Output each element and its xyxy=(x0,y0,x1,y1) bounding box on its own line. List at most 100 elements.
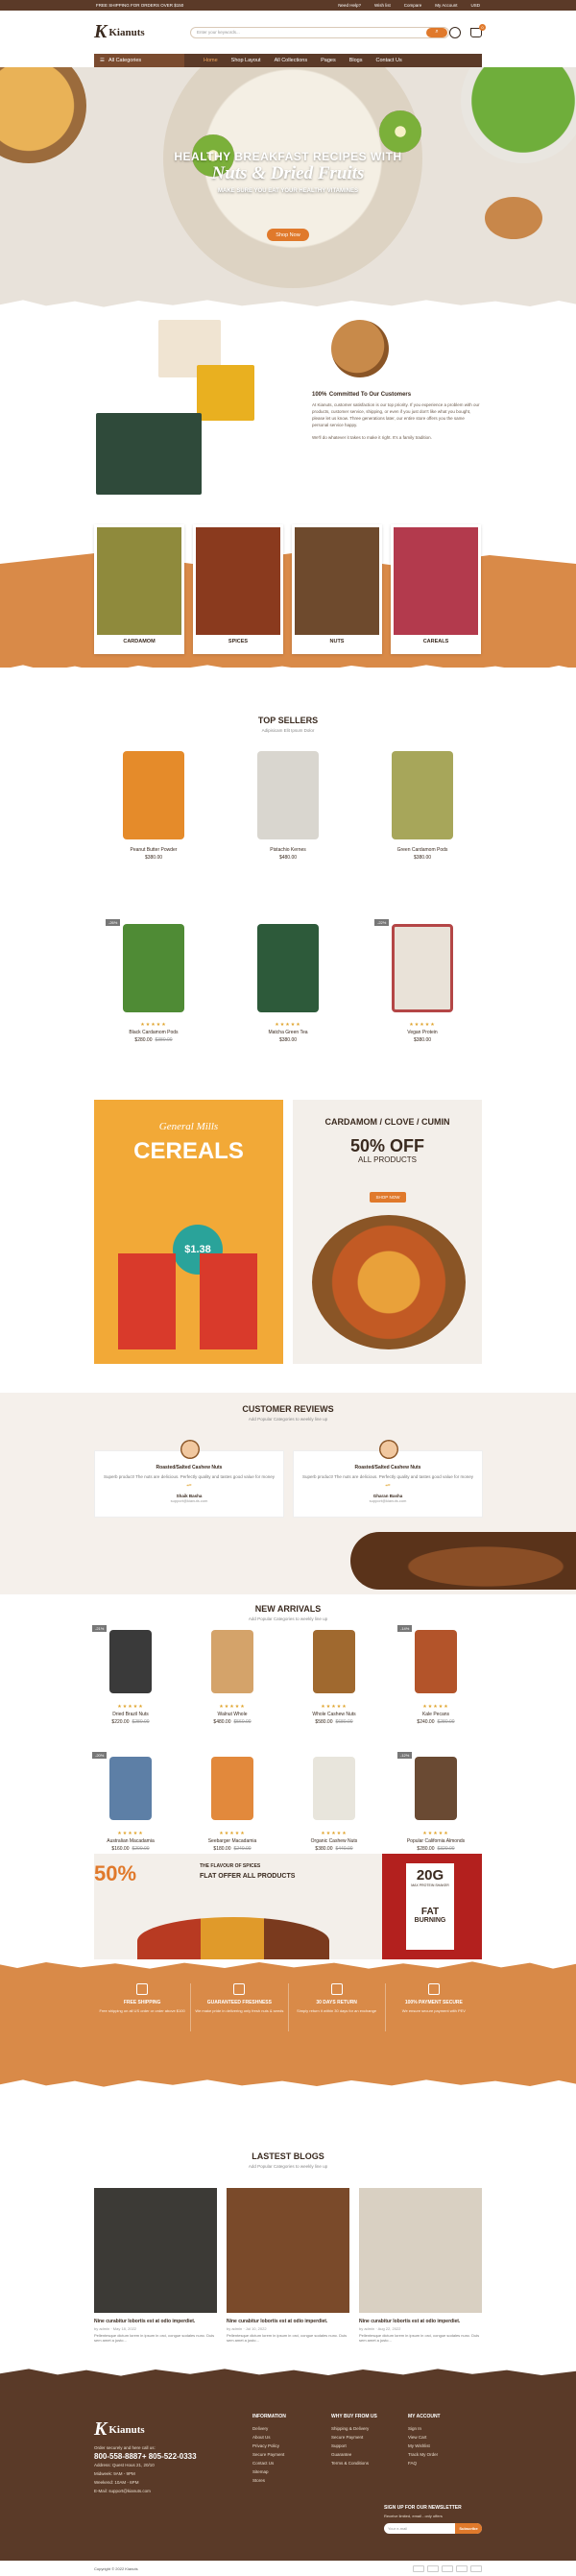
about-text: At Kianuts, customer satisfaction is our… xyxy=(312,401,480,441)
kiwi-bowl-image xyxy=(461,67,576,163)
product-name[interactable]: Organic Cashew Nuts xyxy=(294,1838,374,1844)
category-label: NUTS xyxy=(329,639,345,644)
shop-now-button[interactable]: Shop Now xyxy=(267,229,309,241)
truck-icon xyxy=(136,1983,149,1995)
nav-blogs[interactable]: Blogs xyxy=(349,58,363,63)
cart-icon[interactable]: 0 xyxy=(470,23,486,37)
copyright: Copyright © 2022 Kianuts xyxy=(94,2565,138,2571)
nav-contact[interactable]: Contact Us xyxy=(375,58,401,63)
review-title: Roasted/Salted Cashew Nuts xyxy=(156,1465,223,1470)
newsletter-email-input[interactable]: Your e-mail xyxy=(384,2523,455,2534)
offer-line-1: THE FLAVOUR OF SPICES xyxy=(200,1863,261,1869)
product-card[interactable]: ★★★★★ Organic Cashew Nuts $380.00 $440.00 xyxy=(294,1750,374,1852)
product-image xyxy=(211,1630,253,1693)
amex-icon xyxy=(456,2564,468,2572)
search-box: Enter your keywords... ⌕ xyxy=(190,26,449,38)
category-card-spices[interactable]: SPICES xyxy=(193,524,283,654)
product-card[interactable]: -21% ★★★★★ Dried Brazil Nuts $220.00 $280… xyxy=(90,1623,171,1725)
product-name[interactable]: Green Cardamom Pods xyxy=(372,847,472,853)
product-name[interactable]: Dried Brazil Nuts xyxy=(90,1712,171,1717)
product-card[interactable]: ★★★★★ Seebarger Macadamia $180.00 $240.00 xyxy=(192,1750,273,1852)
product-card[interactable]: ★★★★★ Matcha Green Tea $380.00 xyxy=(238,917,338,1043)
spices-photo xyxy=(197,365,254,421)
rating-stars: ★★★★★ xyxy=(140,1022,167,1028)
search-button[interactable]: ⌕ xyxy=(426,27,447,37)
product-card[interactable]: -14% ★★★★★ Kale Pecans $240.00 $280.00 xyxy=(396,1623,476,1725)
product-image xyxy=(109,1757,152,1820)
product-card[interactable]: -26% ★★★★★ Black Cardamom Pods $280.00 $3… xyxy=(104,917,204,1043)
all-categories-button[interactable]: ☰ All Categories xyxy=(94,54,184,67)
product-price: $380.00 xyxy=(144,855,163,861)
product-card[interactable]: Peanut Butter Powder $380.00 xyxy=(104,744,204,861)
rating-stars: ★★★★★ xyxy=(275,1022,301,1028)
product-name[interactable]: Pistachio Kernes xyxy=(238,847,338,853)
blog-excerpt: Pellentesque dictum lorem in ipsum in or… xyxy=(227,2333,348,2343)
footer-phone[interactable]: 800-558-8887+ 805-522-0333 xyxy=(94,2452,197,2461)
blog-title[interactable]: Nine curabitur lobortis est at odio impe… xyxy=(359,2319,482,2324)
product-name[interactable]: Kale Pecans xyxy=(396,1712,476,1717)
cereal-box-image xyxy=(118,1253,176,1349)
product-price: $380.00 $440.00 xyxy=(315,1846,353,1852)
product-card[interactable]: Pistachio Kernes $480.00 xyxy=(238,744,338,861)
nav-pages[interactable]: Pages xyxy=(321,58,336,63)
about-paragraph-1: At Kianuts, customer satisfaction is our… xyxy=(312,402,480,427)
product-name[interactable]: Vegan Protein xyxy=(372,1030,472,1035)
spices-promo-banner[interactable]: CARDAMOM / CLOVE / CUMIN 50% OFF ALL PRO… xyxy=(293,1100,482,1364)
nav-shop-layout[interactable]: Shop Layout xyxy=(231,58,261,63)
rating-stars: ★★★★★ xyxy=(117,1704,144,1710)
shipping-notice: FREE SHIPPING FOR ORDERS OVER $150 xyxy=(96,3,184,8)
nav-home[interactable]: Home xyxy=(204,58,218,63)
currency-select[interactable]: USD xyxy=(470,3,480,8)
blog-image xyxy=(94,2188,217,2313)
product-name[interactable]: Matcha Green Tea xyxy=(238,1030,338,1035)
nuts-image xyxy=(295,527,379,635)
product-name[interactable]: Australian Macadamia xyxy=(90,1838,171,1844)
blog-title[interactable]: Nine curabitur lobortis est at odio impe… xyxy=(94,2319,217,2324)
hero-line-2: Nuts & Dried Fruits xyxy=(211,163,365,183)
top-link-wishlist[interactable]: Wish list xyxy=(374,3,391,8)
category-card-cardamom[interactable]: CARDAMOM xyxy=(94,524,184,654)
footer-col-information: INFORMATION Delivery About Us Privacy Po… xyxy=(252,2414,286,2483)
product-name[interactable]: Popular California Almonds xyxy=(396,1838,476,1844)
subscribe-button[interactable]: Subscribe xyxy=(455,2523,482,2534)
protein-label: MAX PROTEIN SHAKER xyxy=(411,1883,449,1887)
blogs-title: LASTEST BLOGS xyxy=(252,2151,324,2161)
categories-label: All Categories xyxy=(108,58,142,63)
product-card[interactable]: -12% ★★★★★ Popular California Almonds $2… xyxy=(396,1750,476,1852)
cardamom-image xyxy=(97,527,181,635)
product-card[interactable]: Green Cardamom Pods $380.00 xyxy=(372,744,472,861)
top-link-account[interactable]: My Account xyxy=(435,3,457,8)
search-input[interactable]: Enter your keywords... xyxy=(197,30,240,35)
product-name[interactable]: Walnut Whole xyxy=(192,1712,273,1717)
footer-contact: Order securely and here call us: 800-558… xyxy=(94,2445,197,2493)
top-link-compare[interactable]: Compare xyxy=(404,3,422,8)
product-name[interactable]: Seebarger Macadamia xyxy=(192,1838,273,1844)
nav-all-collections[interactable]: All Collections xyxy=(275,58,308,63)
product-card[interactable]: -22% ★★★★★ Vegan Protein $380.00 xyxy=(372,917,472,1043)
blog-card[interactable]: Nine curabitur lobortis est at odio impe… xyxy=(94,2188,217,2343)
rating-stars: ★★★★★ xyxy=(117,1831,144,1836)
shop-now-button[interactable]: SHOP NOW xyxy=(370,1192,406,1203)
nut-mascot-image xyxy=(331,320,389,377)
top-link-help[interactable]: Need Help? xyxy=(338,3,361,8)
product-card[interactable]: -20% ★★★★★ Australian Macadamia $160.00 $… xyxy=(90,1750,171,1852)
product-name[interactable]: Whole Cashew Nuts xyxy=(294,1712,374,1717)
about-paragraph-2: We'll do whatever it takes to make it ri… xyxy=(312,435,432,440)
product-name[interactable]: Peanut Butter Powder xyxy=(104,847,204,853)
rating-stars: ★★★★★ xyxy=(409,1022,436,1028)
category-card-nuts[interactable]: NUTS xyxy=(292,524,382,654)
discount-badge: -26% xyxy=(106,919,121,926)
cereals-promo-banner[interactable]: General Mills CEREALS $1.38 xyxy=(94,1100,283,1364)
spices-offer-banner[interactable]: 50% THE FLAVOUR OF SPICES FLAT OFFER ALL… xyxy=(94,1854,482,1959)
product-name[interactable]: Black Cardamom Pods xyxy=(104,1030,204,1035)
product-card[interactable]: ★★★★★ Whole Cashew Nuts $580.00 $680.00 xyxy=(294,1623,374,1725)
blog-card[interactable]: Nine curabitur lobortis est at odio impe… xyxy=(359,2188,482,2343)
logo[interactable]: K Kianuts xyxy=(94,21,180,43)
blog-title[interactable]: Nine curabitur lobortis est at odio impe… xyxy=(227,2319,349,2324)
user-icon[interactable] xyxy=(449,26,461,38)
footer-logo[interactable]: K Kianuts xyxy=(94,2418,145,2441)
product-card[interactable]: ★★★★★ Walnut Whole $480.00 $560.00 xyxy=(192,1623,273,1725)
category-card-careals[interactable]: CAREALS xyxy=(391,524,481,654)
return-icon xyxy=(330,1983,343,1995)
blog-card[interactable]: Nine curabitur lobortis est at odio impe… xyxy=(227,2188,349,2343)
